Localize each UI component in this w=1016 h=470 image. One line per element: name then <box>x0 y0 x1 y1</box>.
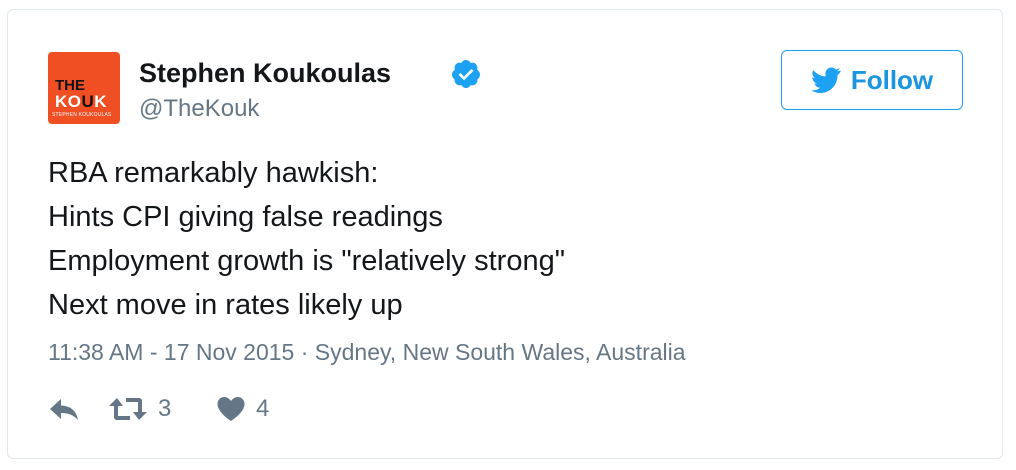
twitter-bird-icon <box>810 67 841 93</box>
tweet-location[interactable]: Sydney, New South Wales, Australia <box>315 339 686 365</box>
tweet-text-line: Hints CPI giving false readings <box>48 201 443 233</box>
tweet-timestamp[interactable]: 11:38 AM - 17 Nov 2015 <box>48 339 294 365</box>
avatar-logo-the: THE <box>55 77 85 94</box>
meta-separator: · <box>300 339 309 365</box>
avatar-logo-kouk: KOUK <box>55 92 108 111</box>
avatar-logo-subtitle: STEPHEN KOUKOULAS <box>52 112 112 118</box>
reply-button[interactable] <box>48 396 108 422</box>
author-handle[interactable]: @TheKouk <box>139 95 259 123</box>
follow-label: Follow <box>850 64 934 95</box>
tweet-card: THE KOUK STEPHEN KOUKOULAS Stephen Kouko… <box>7 9 1003 459</box>
tweet-text-line: Next move in rates likely up <box>48 289 403 321</box>
tweet-text: RBA remarkably hawkish: Hints CPI giving… <box>48 151 565 327</box>
retweet-icon <box>109 398 147 420</box>
tweet-actions: 3 4 <box>48 392 269 426</box>
like-button[interactable]: 4 <box>216 395 269 423</box>
like-count: 4 <box>256 395 270 422</box>
author-name[interactable]: Stephen Koukoulas <box>139 57 391 89</box>
tweet-meta: 11:38 AM - 17 Nov 2015 · Sydney, New Sou… <box>48 337 686 367</box>
tweet-text-line: RBA remarkably hawkish: <box>48 157 379 189</box>
tweet-text-line: Employment growth is "relatively strong" <box>48 245 566 277</box>
verified-badge-icon <box>451 60 480 88</box>
heart-icon <box>217 397 245 421</box>
reply-icon <box>50 399 78 420</box>
retweet-button[interactable]: 3 <box>108 395 216 423</box>
follow-button[interactable]: Follow <box>781 50 963 110</box>
retweet-count: 3 <box>158 395 172 422</box>
avatar[interactable]: THE KOUK STEPHEN KOUKOULAS <box>48 52 120 124</box>
